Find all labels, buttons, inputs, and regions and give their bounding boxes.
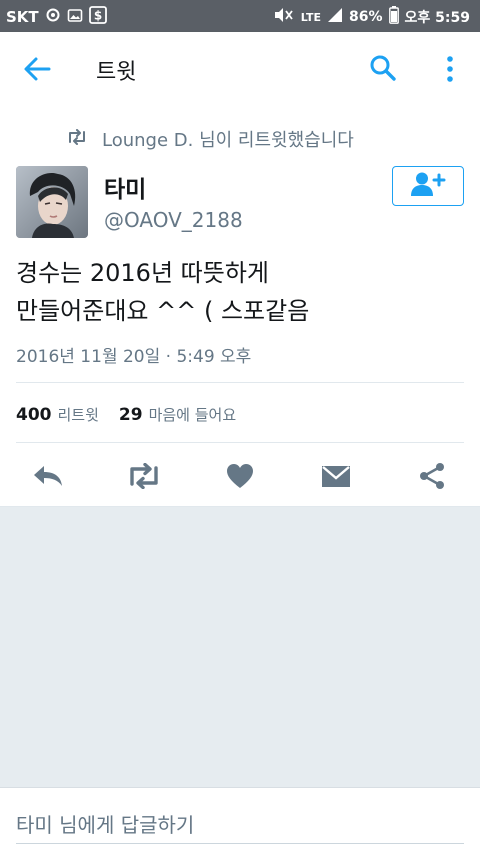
mute-icon [273,7,295,27]
carrier-label: SKT [6,8,39,26]
divider [16,382,464,383]
network-label: LTE [300,10,322,24]
tweet-stats: 400 리트윗 29 마음에 들어요 [16,404,250,425]
s-app-icon: $ [88,6,107,28]
svg-text:$: $ [93,9,101,23]
tweet-actions [0,458,480,494]
clock: 오후 5:59 [404,10,470,26]
reply-bar [0,787,480,853]
signal-icon [327,7,343,27]
retweet-icon[interactable] [124,458,164,494]
settings-icon [45,7,61,27]
search-icon[interactable] [369,54,397,82]
retweet-count[interactable]: 400 [16,405,52,425]
battery-icon [388,6,399,28]
tweet-text-line-2: 만들어준대요 ^^ ( 스포같음 [16,297,310,325]
heart-icon[interactable] [220,458,260,494]
retweet-context-text[interactable]: Lounge D. 님이 리트윗했습니다 [102,126,354,152]
battery-percent: 86% [349,9,383,25]
add-user-icon [410,171,446,201]
gallery-icon [67,7,83,27]
status-bar: SKT $ LTE 86% 오후 5:59 [0,0,480,32]
author-name[interactable]: 타미 [104,170,146,204]
message-icon[interactable] [316,458,356,494]
tweet-timestamp: 2016년 11월 20일 · 5:49 오후 [16,347,252,367]
retweet-small-icon [66,128,88,150]
more-vertical-icon[interactable] [444,54,456,84]
retweet-count-label[interactable]: 리트윗 [58,404,99,425]
retweet-context: Lounge D. 님이 리트윗했습니다 [66,126,354,152]
tweet-text: 경수는 2016년 따뜻하게 만들어준대요 ^^ ( 스포같음 [16,254,466,330]
back-arrow-icon[interactable] [22,56,52,82]
avatar[interactable] [16,166,88,238]
divider [16,442,464,443]
follow-button[interactable] [392,166,464,206]
page-title: 트윗 [96,60,137,85]
like-count-label[interactable]: 마음에 들어요 [149,404,237,425]
like-count[interactable]: 29 [119,405,143,425]
app-bar: 트윗 [0,32,480,106]
reply-input[interactable] [16,806,464,844]
tweet-detail: Lounge D. 님이 리트윗했습니다 타미 @OAOV_2188 경수는 2… [0,106,480,507]
tweet-text-line-1: 경수는 2016년 따뜻하게 [16,259,269,287]
share-icon[interactable] [412,458,452,494]
author-handle[interactable]: @OAOV_2188 [104,208,243,232]
reply-icon[interactable] [28,458,68,494]
